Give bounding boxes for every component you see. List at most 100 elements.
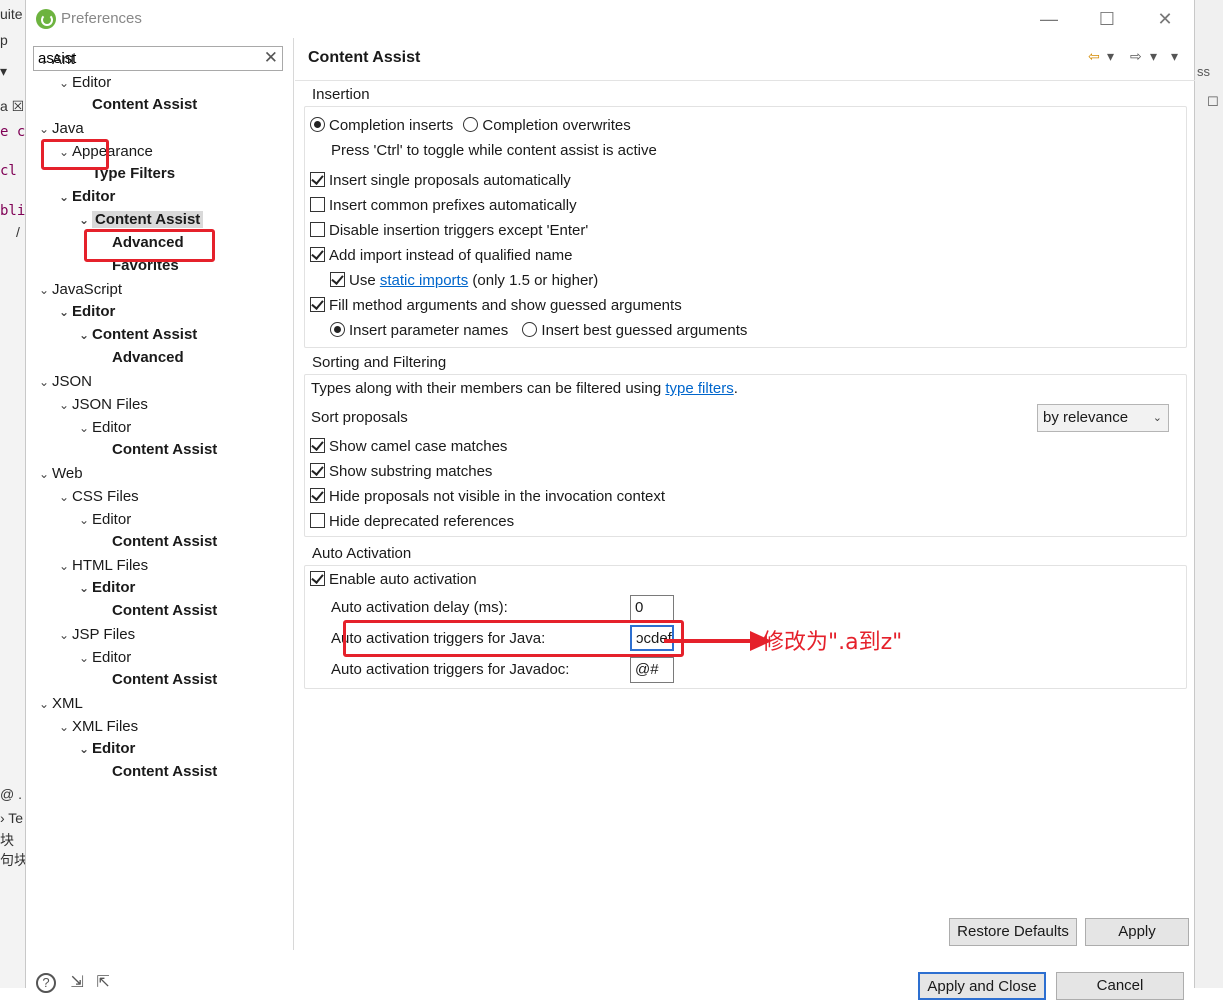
chevron-down-icon[interactable]: ⌄ <box>56 555 72 577</box>
fill-arguments-checkbox[interactable]: Fill method arguments and show guessed a… <box>310 296 682 316</box>
tree-item[interactable]: ⌄ CSS Files <box>56 486 139 508</box>
tree-item[interactable]: Advanced <box>96 347 184 369</box>
fill-args-label: Fill method arguments and show guessed a… <box>329 297 682 314</box>
chevron-down-icon[interactable]: ⌄ <box>36 693 52 715</box>
tree-item[interactable]: Content Assist <box>96 531 217 553</box>
checkbox-unchecked-icon <box>310 222 325 237</box>
chevron-down-icon[interactable]: ⌄ <box>76 209 92 231</box>
tree-item[interactable]: ⌄ HTML Files <box>56 555 148 577</box>
maximize-button[interactable]: ☐ <box>1092 8 1122 30</box>
tree-item-label: Content Assist <box>92 211 204 228</box>
tree-item[interactable]: ⌄ JSON Files <box>56 394 148 416</box>
chevron-down-icon[interactable]: ⌄ <box>56 716 72 738</box>
chevron-down-icon[interactable]: ⌄ <box>76 738 92 760</box>
use-static-imports-checkbox[interactable]: Use static imports (only 1.5 or higher) <box>330 271 598 291</box>
delay-input[interactable]: 0 <box>630 595 674 621</box>
type-filters-link[interactable]: type filters <box>665 380 733 397</box>
chevron-down-icon[interactable]: ⌄ <box>56 624 72 646</box>
tree-item[interactable]: ⌄ Editor <box>76 509 131 531</box>
chevron-down-icon[interactable]: ⌄ <box>56 301 72 323</box>
tree-item-label: JSON Files <box>72 396 148 413</box>
enable-auto-activation-checkbox[interactable]: Enable auto activation <box>310 570 477 590</box>
clear-filter-icon[interactable]: ✕ <box>264 48 278 68</box>
tree-item[interactable]: Content Assist <box>96 761 217 783</box>
tree-item[interactable]: ⌄ Ant <box>36 49 75 71</box>
tree-item[interactable]: ⌄ Editor <box>76 417 131 439</box>
auto-activation-group-title: Auto Activation <box>312 545 412 562</box>
forward-menu-icon[interactable]: ▾ <box>1150 48 1157 65</box>
apply-and-close-button[interactable]: Apply and Close <box>918 972 1046 1000</box>
chevron-down-icon[interactable]: ⌄ <box>56 394 72 416</box>
tree-item-label: CSS Files <box>72 488 139 505</box>
cancel-button[interactable]: Cancel <box>1056 972 1184 1000</box>
help-icon[interactable]: ? <box>36 973 56 993</box>
chevron-down-icon[interactable]: ⌄ <box>56 72 72 94</box>
chevron-down-icon[interactable]: ⌄ <box>76 509 92 531</box>
hide-not-visible-checkbox[interactable]: Hide proposals not visible in the invoca… <box>310 487 665 507</box>
tree-item[interactable]: ⌄ JSP Files <box>56 624 135 646</box>
chevron-down-icon[interactable]: ⌄ <box>36 118 52 140</box>
back-menu-icon[interactable]: ▾ <box>1107 48 1114 65</box>
chevron-down-icon[interactable]: ⌄ <box>36 371 52 393</box>
close-button[interactable]: ✕ <box>1150 8 1180 30</box>
javadoc-triggers-input[interactable]: @# <box>630 657 674 683</box>
tree-item[interactable]: Content Assist <box>96 600 217 622</box>
import-icon[interactable]: ⇲ <box>70 974 83 991</box>
export-icon[interactable]: ⇱ <box>96 974 109 991</box>
tree-item[interactable]: Content Assist <box>96 669 217 691</box>
sort-value: by relevance <box>1043 409 1129 426</box>
show-camel-checkbox[interactable]: Show camel case matches <box>310 437 507 457</box>
tree-item[interactable]: ⌄ XML Files <box>56 716 138 738</box>
bg-fragment: uite <box>0 6 23 22</box>
bg-fragment: e c <box>0 124 26 140</box>
completion-overwrites-radio[interactable]: Completion overwrites <box>463 117 631 134</box>
completion-inserts-radio[interactable]: Completion inserts <box>310 117 453 134</box>
tree-item[interactable]: ⌄ Web <box>36 463 83 485</box>
bg-fragment: cl <box>0 163 17 179</box>
chevron-down-icon[interactable]: ⌄ <box>76 417 92 439</box>
tree-item[interactable]: ⌄ JSON <box>36 371 92 393</box>
show-substring-checkbox[interactable]: Show substring matches <box>310 462 492 482</box>
chevron-down-icon[interactable]: ⌄ <box>76 577 92 599</box>
tree-item[interactable]: ⌄ Editor <box>76 577 135 599</box>
tree-item[interactable]: ⌄ JavaScript <box>36 279 122 301</box>
bg-fragment: › Te <box>0 810 24 826</box>
checkbox-unchecked-icon <box>310 513 325 528</box>
hide-deprecated-checkbox[interactable]: Hide deprecated references <box>310 512 514 532</box>
forward-arrow-icon[interactable]: ⇨ <box>1130 48 1142 65</box>
tree-item[interactable]: ⌄ Editor <box>56 72 111 94</box>
tree-item[interactable]: ⌄ Editor <box>56 301 115 323</box>
tree-item[interactable]: ⌄ Editor <box>76 738 135 760</box>
minimize-button[interactable]: — <box>1034 8 1064 30</box>
back-arrow-icon[interactable]: ⇦ <box>1088 48 1100 65</box>
chevron-down-icon[interactable]: ⌄ <box>56 486 72 508</box>
insert-common-checkbox[interactable]: Insert common prefixes automatically <box>310 196 577 216</box>
restore-defaults-button[interactable]: Restore Defaults <box>949 918 1077 946</box>
add-import-checkbox[interactable]: Add import instead of qualified name <box>310 246 572 266</box>
static-imports-link[interactable]: static imports <box>380 272 468 289</box>
chevron-down-icon[interactable]: ⌄ <box>36 49 52 71</box>
tree-item[interactable]: ⌄ Java <box>36 118 84 140</box>
tree-item[interactable]: ⌄ Content Assist <box>76 324 197 346</box>
chevron-down-icon[interactable]: ⌄ <box>56 186 72 208</box>
tree-item[interactable]: ⌄ Editor <box>76 647 131 669</box>
tree-item[interactable]: Content Assist <box>96 439 217 461</box>
tree-item[interactable]: ⌄ XML <box>36 693 83 715</box>
insert-single-checkbox[interactable]: Insert single proposals automatically <box>310 171 571 191</box>
view-menu-icon[interactable]: ▾ <box>1171 48 1178 65</box>
chevron-down-icon[interactable]: ⌄ <box>36 463 52 485</box>
disable-triggers-checkbox[interactable]: Disable insertion triggers except 'Enter… <box>310 221 588 241</box>
chevron-down-icon[interactable]: ⌄ <box>76 324 92 346</box>
tree-item-label: Ant <box>52 51 75 68</box>
sort-proposals-select[interactable]: by relevance ⌄ <box>1037 404 1169 432</box>
tree-item[interactable]: ⌄ Editor <box>56 186 115 208</box>
tree-item-label: XML Files <box>72 718 139 735</box>
tree-item[interactable]: ⌄ Content Assist <box>76 209 204 231</box>
apply-button[interactable]: Apply <box>1085 918 1189 946</box>
tree-item[interactable]: Content Assist <box>76 94 197 116</box>
chevron-down-icon[interactable]: ⌄ <box>76 647 92 669</box>
argument-mode-row: Insert parameter names Insert best guess… <box>330 321 747 341</box>
insert-best-guessed-radio[interactable]: Insert best guessed arguments <box>522 322 747 339</box>
insert-parameter-names-radio[interactable]: Insert parameter names <box>330 322 508 339</box>
chevron-down-icon[interactable]: ⌄ <box>36 279 52 301</box>
